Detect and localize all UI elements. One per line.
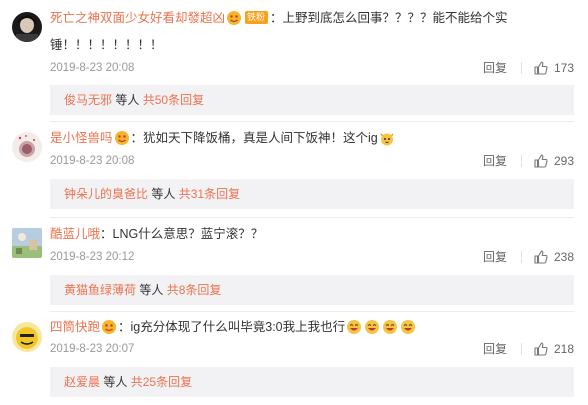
comment-text: 四筒快跑 ：ig充分体现了什么叫毕竟3:0我上我也行: [50, 316, 574, 338]
comment-text: 死亡之神双面少女好看却發超凶 铁粉 ：上野到底怎么回事？？？？能不能给个实: [50, 7, 574, 29]
sub-reply-user[interactable]: 黄猫鱼绿薄荷: [64, 283, 136, 297]
sub-reply-count-link[interactable]: 共31条回复: [179, 187, 240, 201]
comment-text-continued: 锤！！！！！！！！: [50, 38, 163, 52]
like-button[interactable]: 218: [534, 341, 574, 357]
reply-button[interactable]: 回复: [483, 249, 507, 265]
comment-username[interactable]: 是小怪兽吗: [50, 131, 113, 145]
comment-username[interactable]: 四筒快跑: [50, 320, 100, 334]
comment-date: 2019-8-23 20:12: [50, 251, 135, 263]
laugh-emoji-icon: [364, 319, 380, 335]
comment-content: ：上野到底怎么回事？？？？能不能给个实: [270, 11, 508, 25]
comment-text: 酷蓝儿哦：LNG什么意思？蓝宁滚？？: [50, 223, 574, 245]
sub-reply-count-link[interactable]: 共8条回复: [167, 283, 222, 297]
sub-reply-mid: 等人: [103, 375, 128, 389]
sub-reply-count-link[interactable]: 共50条回复: [143, 93, 204, 107]
comment-username[interactable]: 死亡之神双面少女好看却發超凶: [50, 11, 225, 25]
action-separator: [520, 62, 522, 74]
comment-item: 是小怪兽吗 ：犹如天下降饭桶，真是人间下饭神！这个ig 2019-8-23 20:…: [0, 122, 588, 212]
comment-content: ：犹如天下降饭桶，真是人间下饭神！这个ig: [130, 131, 378, 145]
comment-item: 四筒快跑 ：ig充分体现了什么叫毕竟3:0我上我也行 2019-8-23 20:0…: [0, 312, 588, 405]
sub-replies-summary[interactable]: 钟朵儿的臭爸比 等人 共31条回复: [50, 179, 574, 209]
avatar[interactable]: [12, 12, 42, 42]
fan-icon: [101, 319, 117, 335]
sub-reply-count-link[interactable]: 共25条回复: [131, 375, 192, 389]
cat-face-emoji-icon: [379, 130, 395, 146]
thumbs-up-icon: [534, 61, 548, 75]
comment-actions: 回复 238: [483, 249, 574, 265]
comment-date: 2019-8-23 20:08: [50, 62, 135, 74]
fan-icon: [226, 10, 242, 26]
comment-text: 是小怪兽吗 ：犹如天下降饭桶，真是人间下饭神！这个ig: [50, 127, 574, 149]
comment-content: ：ig充分体现了什么叫毕竟3:0我上我也行: [118, 320, 346, 334]
like-button[interactable]: 293: [534, 153, 574, 169]
sub-reply-mid: 等人: [139, 283, 164, 297]
comment-username[interactable]: 酷蓝儿哦: [50, 227, 100, 241]
like-count: 238: [553, 250, 574, 264]
thumbs-up-icon: [534, 342, 548, 356]
comment-date: 2019-8-23 20:07: [50, 343, 135, 355]
like-button[interactable]: 173: [534, 60, 574, 76]
like-count: 293: [553, 154, 574, 168]
like-button[interactable]: 238: [534, 249, 574, 265]
sub-reply-user[interactable]: 俊马无邪: [64, 93, 112, 107]
comment-actions: 回复 218: [483, 341, 574, 357]
thumbs-up-icon: [534, 154, 548, 168]
comment-actions: 回复 173: [483, 60, 574, 76]
comment-actions: 回复 293: [483, 153, 574, 169]
comment-item: 死亡之神双面少女好看却發超凶 铁粉 ：上野到底怎么回事？？？？能不能给个实 锤！！！…: [0, 0, 588, 115]
sub-reply-user[interactable]: 赵爱晨: [64, 375, 100, 389]
sub-replies-summary[interactable]: 赵爱晨 等人 共25条回复: [50, 367, 574, 397]
reply-button[interactable]: 回复: [483, 60, 507, 76]
action-separator: [520, 251, 522, 263]
avatar[interactable]: [12, 132, 42, 162]
laugh-emoji-icon: [400, 319, 416, 335]
fan-badge: 铁粉: [245, 11, 269, 25]
reply-button[interactable]: 回复: [483, 341, 507, 357]
sub-replies-summary[interactable]: 黄猫鱼绿薄荷 等人 共8条回复: [50, 275, 574, 305]
comment-content: ：LNG什么意思？蓝宁滚？？: [100, 227, 264, 241]
action-separator: [520, 343, 522, 355]
sub-reply-mid: 等人: [115, 93, 140, 107]
reply-button[interactable]: 回复: [483, 153, 507, 169]
avatar[interactable]: [12, 322, 42, 352]
action-separator: [520, 155, 522, 167]
avatar[interactable]: [12, 228, 42, 258]
sub-replies-summary[interactable]: 俊马无邪 等人 共50条回复: [50, 85, 574, 115]
like-count: 218: [553, 342, 574, 356]
thumbs-up-icon: [534, 250, 548, 264]
like-count: 173: [553, 61, 574, 75]
sub-reply-mid: 等人: [151, 187, 176, 201]
sub-reply-user[interactable]: 钟朵儿的臭爸比: [64, 187, 148, 201]
laugh-emoji-icon: [382, 319, 398, 335]
comment-item: 酷蓝儿哦：LNG什么意思？蓝宁滚？？ 2019-8-23 20:12 回复 23…: [0, 218, 588, 308]
laugh-emoji-icon: [346, 319, 362, 335]
comment-date: 2019-8-23 20:08: [50, 155, 135, 167]
fan-icon: [114, 130, 130, 146]
